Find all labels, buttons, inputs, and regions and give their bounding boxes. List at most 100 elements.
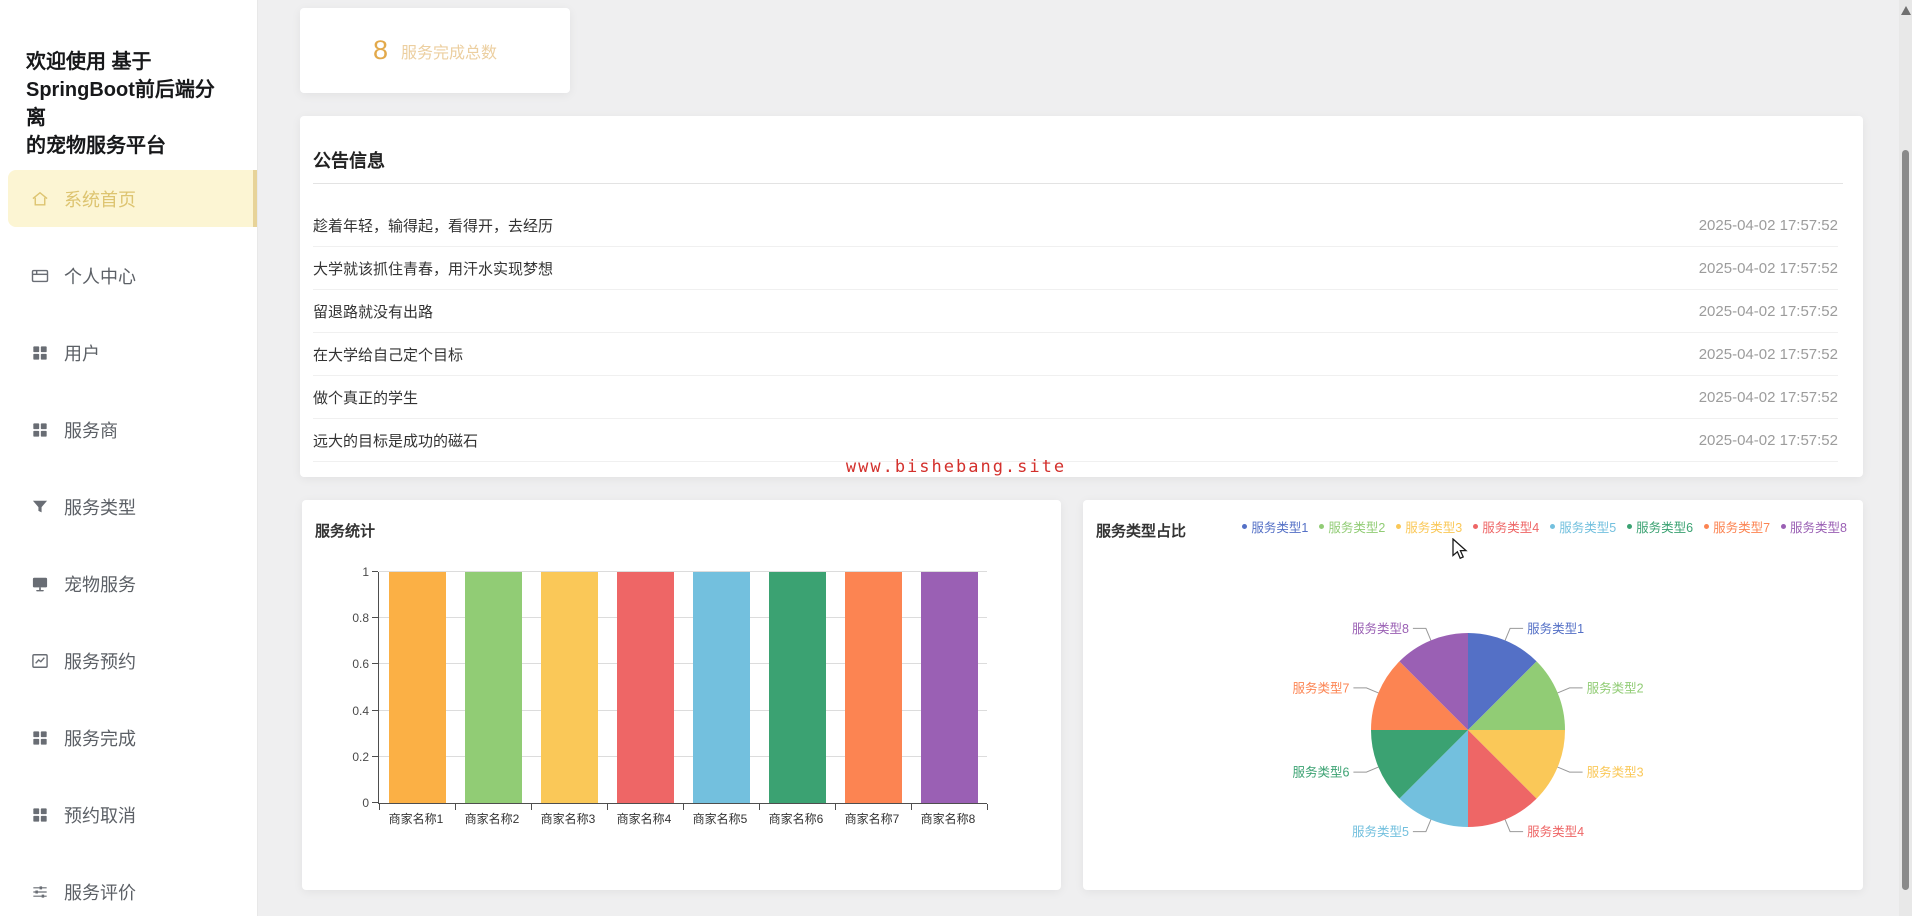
scrollbar-track[interactable]: [1899, 0, 1912, 916]
bar-商家名称7[interactable]: [844, 572, 902, 803]
bar-chart-x-axis: 商家名称1 商家名称2 商家名称3 商家名称4 商家名称5 商家名称6 商家名称7 商家名称8: [378, 810, 986, 827]
pie-label-line: [1353, 687, 1379, 694]
bars: [379, 572, 987, 803]
sidebar-item-reviews[interactable]: 服务评价: [0, 853, 257, 916]
app-title: 欢迎使用 基于 SpringBoot前后端分离 的宠物服务平台: [26, 48, 232, 160]
y-tick-mark: [372, 571, 378, 572]
bar-商家名称6[interactable]: [768, 572, 826, 803]
pie-label: 服务类型6: [1292, 765, 1349, 780]
y-tick-mark: [372, 617, 378, 619]
announcement-row: 大学就该抓住青春，用汗水实现梦想 2025-04-02 17:57:52: [313, 247, 1838, 290]
app-title-line: 欢迎使用 基于: [26, 51, 152, 73]
announcement-row: 留退路就没有出路 2025-04-02 17:57:52: [313, 290, 1838, 333]
sidebar-item-label: 服务完成: [64, 728, 136, 749]
pie-label-line: [1353, 766, 1379, 773]
announcement-time: 2025-04-02 17:57:52: [1698, 431, 1838, 449]
sidebar: 欢迎使用 基于 SpringBoot前后端分离 的宠物服务平台 系统首页个人中心…: [0, 0, 258, 916]
x-axis-label: 商家名称7: [844, 812, 900, 826]
y-tick-mark: [372, 663, 378, 665]
sidebar-item-completed[interactable]: 服务完成: [0, 699, 257, 776]
pie-label: 服务类型4: [1527, 824, 1584, 839]
bar-slot: [759, 572, 835, 803]
sidebar-item-users[interactable]: 用户: [0, 314, 257, 391]
bar-slot: [531, 572, 607, 803]
bar-slot: [911, 572, 987, 803]
bar-slot: [835, 572, 911, 803]
completed-services-stat-card[interactable]: 8 服务完成总数: [300, 8, 570, 93]
pie-chart[interactable]: 服务类型1 服务类型2 服务类型3 服务类型4 服务类型5 服务类型6 服务类型7 服务类型8: [1083, 500, 1863, 890]
announcement-list: 趁着年轻，输得起，看得开，去经历 2025-04-02 17:57:52 大学就该抓…: [313, 204, 1838, 462]
pie-label: 服务类型1: [1527, 621, 1584, 636]
announcement-row: 远大的目标是成功的磁石 2025-04-02 17:57:52: [313, 419, 1838, 462]
sidebar-item-label: 服务评价: [64, 882, 136, 903]
x-axis-label: 商家名称6: [768, 812, 824, 826]
x-tick-mark: [987, 804, 988, 810]
pie-label-line: [1412, 627, 1432, 641]
bar-chart-title: 服务统计: [315, 523, 376, 540]
sidebar-item-home[interactable]: 系统首页: [8, 170, 257, 227]
announcement-card: 公告信息 趁着年轻，输得起，看得开，去经历 2025-04-02 17:57:52…: [300, 116, 1863, 477]
bar-商家名称8[interactable]: [920, 572, 978, 803]
sidebar-item-label: 用户: [64, 343, 100, 364]
x-axis-label: 商家名称1: [388, 812, 444, 826]
pie-label-line: [1412, 819, 1432, 833]
sidebar-item-label: 服务预约: [64, 651, 136, 672]
y-axis-label: 0.8: [352, 611, 369, 626]
announcement-row: 趁着年轻，输得起，看得开，去经历 2025-04-02 17:57:52: [313, 204, 1838, 247]
monitor-icon: [30, 574, 50, 594]
announcement-text: 留退路就没有出路: [313, 303, 434, 321]
x-axis-label: 商家名称8: [920, 812, 976, 826]
sidebar-item-label: 服务商: [64, 420, 118, 441]
stat-value: 8: [372, 35, 388, 65]
announcement-time: 2025-04-02 17:57:52: [1698, 345, 1838, 363]
bar-商家名称4[interactable]: [616, 572, 674, 803]
announcement-row: 在大学给自己定个目标 2025-04-02 17:57:52: [313, 333, 1838, 376]
grid-icon: [30, 805, 50, 825]
announcement-text: 远大的目标是成功的磁石: [313, 432, 479, 450]
card-icon: [30, 266, 50, 286]
sidebar-item-service-types[interactable]: 服务类型: [0, 468, 257, 545]
chart-image-icon: [30, 651, 50, 671]
announcement-time: 2025-04-02 17:57:52: [1698, 259, 1838, 277]
announcement-row: 做个真正的学生 2025-04-02 17:57:52: [313, 376, 1838, 419]
announcement-text: 趁着年轻，输得起，看得开，去经历: [313, 217, 554, 235]
sidebar-menu: 系统首页个人中心用户服务商服务类型宠物服务服务预约服务完成预约取消服务评价: [0, 160, 257, 916]
bar-商家名称1[interactable]: [388, 572, 446, 803]
sidebar-item-providers[interactable]: 服务商: [0, 391, 257, 468]
announcement-time: 2025-04-02 17:57:52: [1698, 388, 1838, 406]
pie-label-line: [1557, 766, 1583, 773]
bar-chart-plot[interactable]: 0 0.2 0.4 0.6 0.8 1: [352, 565, 988, 810]
x-axis-label: 商家名称5: [692, 812, 748, 826]
bar-slot: [607, 572, 683, 803]
sidebar-item-label: 宠物服务: [64, 574, 136, 595]
bar-商家名称5[interactable]: [692, 572, 750, 803]
divider: [313, 183, 1843, 184]
grid-icon: [30, 728, 50, 748]
pie-label-line: [1504, 819, 1524, 833]
pie-label-line: [1557, 687, 1583, 694]
bar-商家名称2[interactable]: [464, 572, 522, 803]
scrollbar-thumb[interactable]: [1902, 150, 1909, 890]
sidebar-item-bookings[interactable]: 服务预约: [0, 622, 257, 699]
pie-label: 服务类型3: [1587, 765, 1644, 780]
announcement-title: 公告信息: [313, 151, 385, 171]
sidebar-item-profile[interactable]: 个人中心: [0, 237, 257, 314]
pie-label-line: [1504, 627, 1524, 641]
y-axis-label: 0.4: [352, 703, 369, 718]
sidebar-item-cancellations[interactable]: 预约取消: [0, 776, 257, 853]
app-title-line: 的宠物服务平台: [26, 135, 166, 157]
scroll-up-arrow-icon[interactable]: [1901, 6, 1911, 15]
announcement-text: 在大学给自己定个目标: [313, 346, 464, 364]
home-icon: [30, 189, 50, 209]
sidebar-item-label: 个人中心: [64, 266, 136, 287]
app-title-line: SpringBoot前后端分离: [26, 79, 215, 129]
service-type-share-card: 服务类型占比 服务类型1 服务类型2 服务类型3 服务类型4 服务类型5 服务类型6 服务类…: [1083, 500, 1863, 890]
y-axis-label: 0.2: [352, 749, 369, 764]
announcement-time: 2025-04-02 17:57:52: [1698, 216, 1838, 234]
sidebar-item-pet-services[interactable]: 宠物服务: [0, 545, 257, 622]
grid-icon: [30, 343, 50, 363]
bar-slot: [379, 572, 455, 803]
bar-商家名称3[interactable]: [540, 572, 598, 803]
sliders-icon: [30, 882, 50, 902]
funnel-icon: [30, 497, 50, 517]
